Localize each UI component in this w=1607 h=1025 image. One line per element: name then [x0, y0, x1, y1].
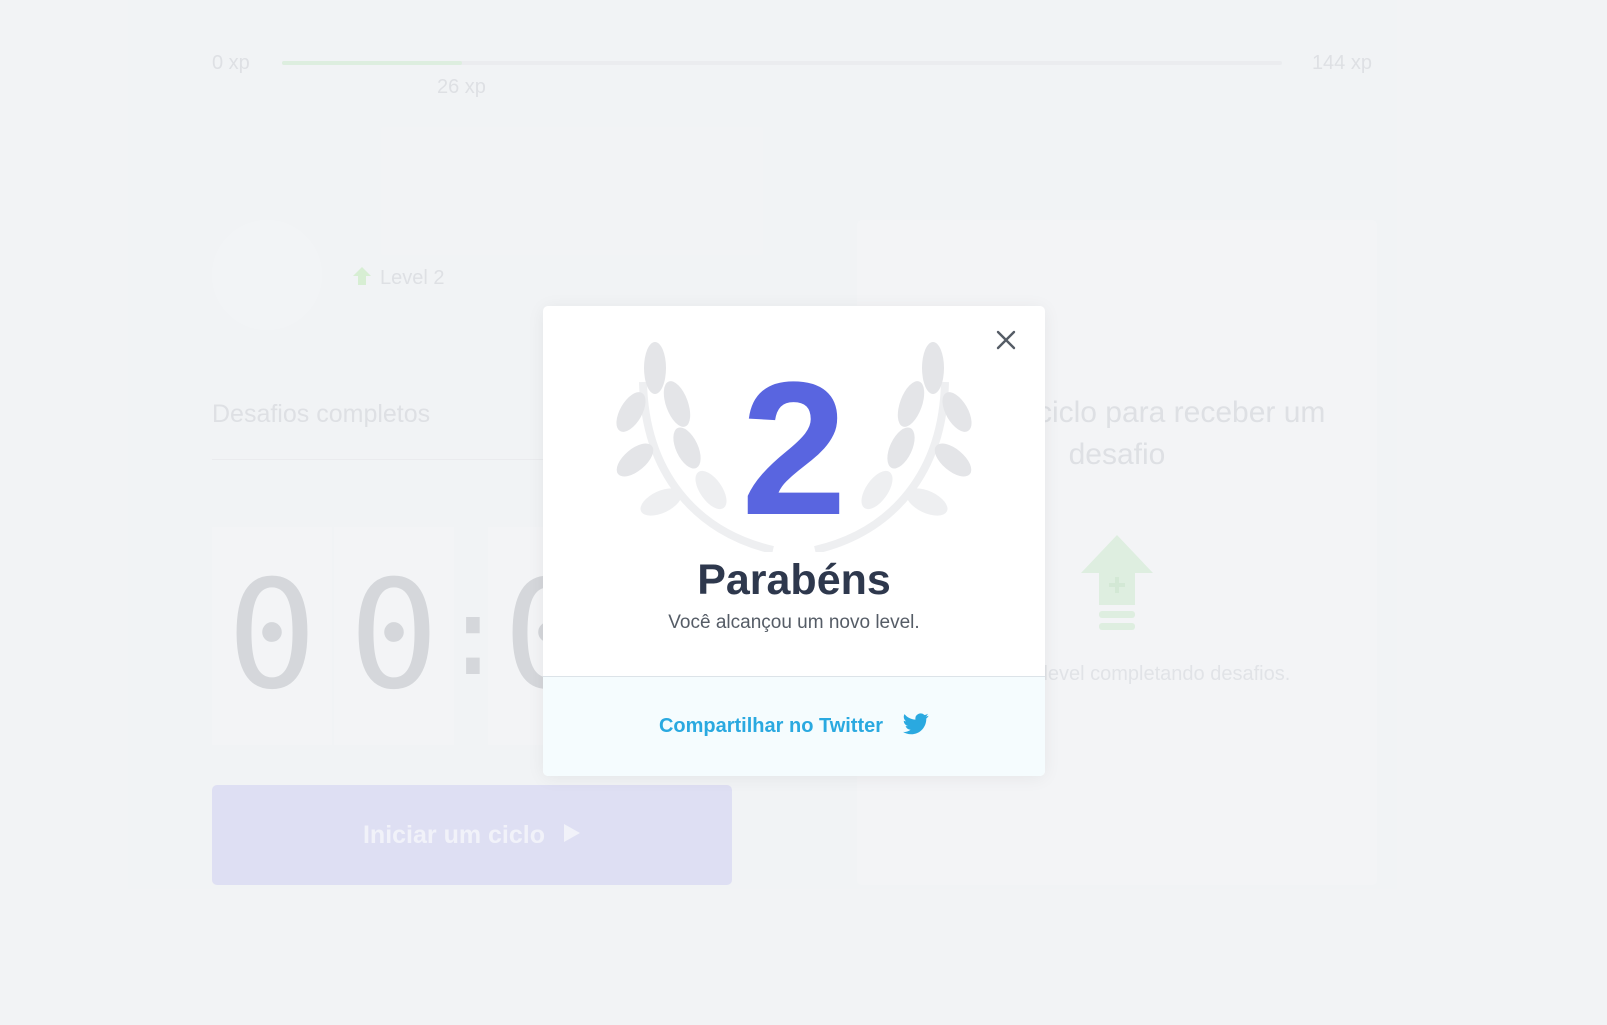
modal-title: Parabéns — [697, 556, 891, 604]
level-up-modal: 2 Parabéns Você alcançou um novo level. … — [543, 306, 1045, 776]
close-icon — [996, 330, 1016, 353]
app-page: 0 xp 26 xp 144 xp Level 2 Desafios compl… — [0, 0, 1607, 1025]
close-button[interactable] — [989, 324, 1023, 358]
new-level-number: 2 — [741, 343, 847, 555]
twitter-icon[interactable] — [903, 713, 929, 740]
share-twitter-link[interactable]: Compartilhar no Twitter — [659, 715, 883, 738]
modal-footer: Compartilhar no Twitter — [543, 676, 1045, 776]
modal-subtitle: Você alcançou um novo level. — [668, 612, 920, 633]
